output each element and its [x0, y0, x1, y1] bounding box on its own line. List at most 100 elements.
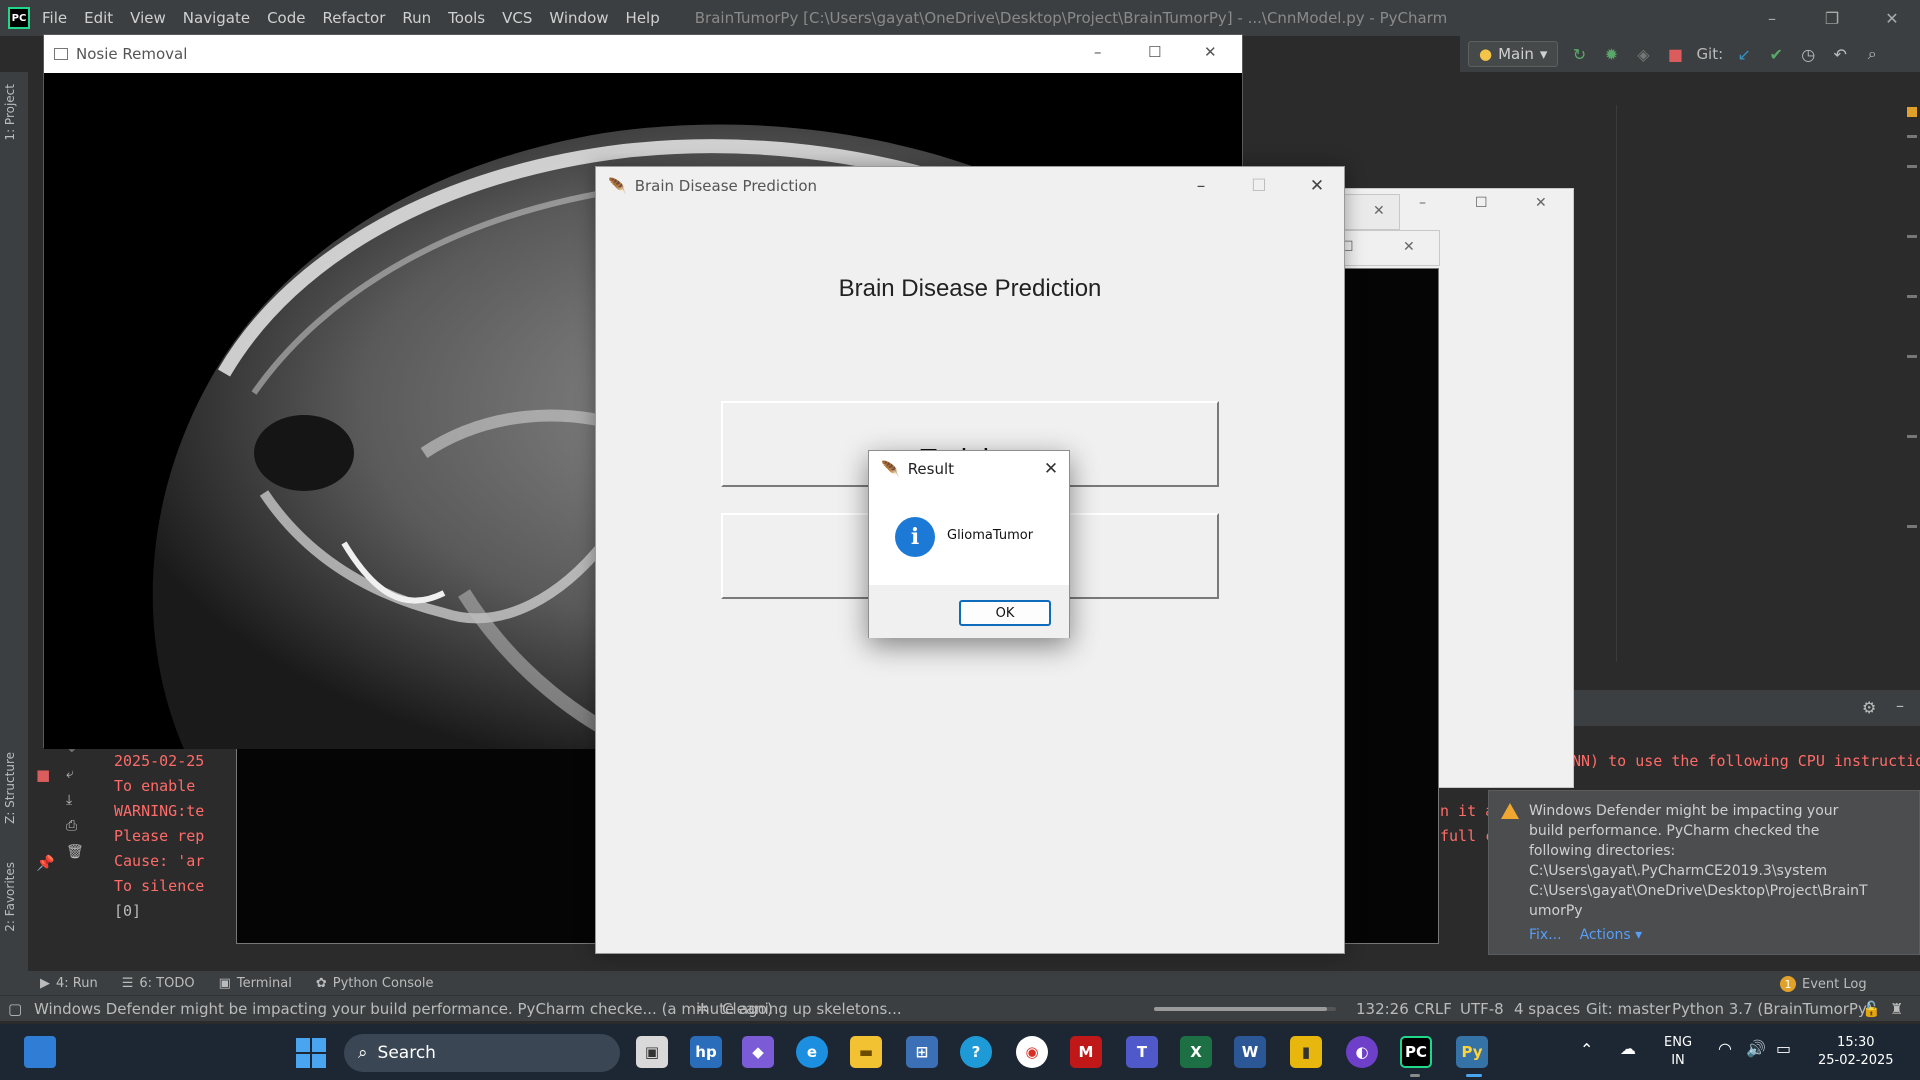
- menu-edit[interactable]: Edit: [84, 9, 113, 27]
- chrome-icon[interactable]: ◉: [1016, 1036, 1048, 1068]
- git-commit-icon[interactable]: ✔: [1765, 43, 1787, 65]
- menu-tools[interactable]: Tools: [448, 9, 485, 27]
- close-icon[interactable]: ✕: [1373, 203, 1385, 219]
- close-icon[interactable]: ✕: [1403, 239, 1415, 255]
- stop-run-icon[interactable]: ■: [36, 766, 50, 784]
- search-icon[interactable]: ⌕: [1861, 43, 1883, 65]
- menu-navigate[interactable]: Navigate: [183, 9, 250, 27]
- python-interpreter[interactable]: Python 3.7 (BrainTumorPy): [1672, 1000, 1873, 1018]
- menu-run[interactable]: Run: [402, 9, 431, 27]
- defender-notification[interactable]: Windows Defender might be impacting your…: [1488, 790, 1920, 955]
- mcafee-icon[interactable]: M: [1070, 1036, 1102, 1068]
- close-icon[interactable]: ✕: [1535, 195, 1547, 211]
- minimize-icon[interactable]: –: [1419, 195, 1426, 211]
- menu-code[interactable]: Code: [267, 9, 305, 27]
- tray-overflow-icon[interactable]: ⌃: [1580, 1041, 1593, 1059]
- revert-icon[interactable]: ↶: [1829, 43, 1851, 65]
- project-tab[interactable]: 1: Project: [3, 84, 17, 141]
- ide-minimize-button[interactable]: –: [1744, 0, 1800, 36]
- onedrive-icon[interactable]: ☁: [1620, 1040, 1636, 1058]
- github-icon[interactable]: ◐: [1346, 1036, 1378, 1068]
- close-icon[interactable]: ✕: [1288, 167, 1346, 205]
- minimize-icon[interactable]: –: [1172, 167, 1230, 205]
- help-icon[interactable]: ?: [960, 1036, 992, 1068]
- caret-position[interactable]: 132:26: [1356, 1000, 1409, 1018]
- run-configuration-select[interactable]: ● Main ▾: [1468, 41, 1559, 67]
- widgets-icon[interactable]: [24, 1036, 56, 1068]
- teams-icon[interactable]: T: [1126, 1036, 1158, 1068]
- power-bi-icon[interactable]: ▮: [1290, 1036, 1322, 1068]
- tab-terminal[interactable]: ▣ Terminal: [219, 976, 292, 991]
- copilot-icon[interactable]: ◆: [742, 1036, 774, 1068]
- gear-icon[interactable]: ⚙: [1862, 698, 1876, 717]
- clock[interactable]: 15:30 25-02-2025: [1818, 1034, 1894, 1070]
- marker: [1907, 135, 1917, 138]
- menu-file[interactable]: File: [42, 9, 67, 27]
- ok-button[interactable]: OK: [959, 600, 1051, 626]
- inspector-icon[interactable]: ♜: [1890, 1000, 1903, 1018]
- file-explorer-icon[interactable]: ▬: [850, 1036, 882, 1068]
- rerun-icon[interactable]: ↻: [1568, 43, 1590, 65]
- menu-refactor[interactable]: Refactor: [322, 9, 385, 27]
- minimize-icon[interactable]: –: [1094, 43, 1102, 61]
- structure-tab[interactable]: Z: Structure: [3, 752, 17, 824]
- actions-link[interactable]: Actions ▾: [1580, 927, 1643, 943]
- result-dialog[interactable]: 🪶 Result ✕ i GliomaTumor OK: [868, 450, 1070, 638]
- tab-python-console[interactable]: ✿ Python Console: [316, 976, 434, 991]
- debug-icon[interactable]: ✹: [1600, 43, 1622, 65]
- stop-icon[interactable]: ■: [1664, 43, 1686, 65]
- pin-icon[interactable]: 📌: [36, 854, 55, 872]
- fix-link[interactable]: Fix...: [1529, 927, 1562, 943]
- store-icon[interactable]: ⊞: [906, 1036, 938, 1068]
- menu-help[interactable]: Help: [626, 9, 660, 27]
- indent-setting[interactable]: 4 spaces: [1514, 1000, 1580, 1018]
- word-icon[interactable]: W: [1234, 1036, 1266, 1068]
- wifi-icon[interactable]: ◠: [1718, 1040, 1732, 1058]
- volume-icon[interactable]: 🔊: [1746, 1040, 1766, 1058]
- menu-view[interactable]: View: [130, 9, 166, 27]
- language-indicator[interactable]: ENG IN: [1664, 1034, 1692, 1070]
- excel-icon[interactable]: X: [1180, 1036, 1212, 1068]
- git-update-icon[interactable]: ↙: [1733, 43, 1755, 65]
- favorites-tab[interactable]: 2: Favorites: [3, 862, 17, 932]
- pycharm-taskbar-icon[interactable]: PC: [1400, 1036, 1432, 1068]
- taskbar-search[interactable]: ⌕ Search: [344, 1034, 620, 1072]
- task-view-icon[interactable]: ▣: [636, 1036, 668, 1068]
- hide-panel-icon[interactable]: –: [1896, 696, 1904, 715]
- git-branch[interactable]: Git: master: [1586, 1000, 1670, 1018]
- close-icon[interactable]: ✕: [1204, 43, 1217, 61]
- ide-restore-button[interactable]: ❐: [1804, 0, 1860, 36]
- myhp-icon[interactable]: hp: [690, 1036, 722, 1068]
- console-line: [0]: [114, 902, 142, 920]
- coverage-icon[interactable]: ◈: [1632, 43, 1654, 65]
- console-line: Cause: 'ar: [114, 852, 205, 870]
- history-icon[interactable]: ◷: [1797, 43, 1819, 65]
- tab-event-log[interactable]: 1 Event Log: [1780, 976, 1867, 992]
- marker: [1907, 165, 1917, 168]
- spinner-icon: ✲: [696, 1000, 709, 1018]
- maximize-icon[interactable]: ☐: [1148, 43, 1161, 61]
- bdp-titlebar[interactable]: 🪶 Brain Disease Prediction – ☐ ✕: [596, 167, 1344, 205]
- status-message[interactable]: Windows Defender might be impacting your…: [34, 1000, 773, 1018]
- scroll-to-end-icon[interactable]: ⤓: [66, 792, 96, 818]
- tab-run[interactable]: ▶ 4: Run: [40, 976, 98, 991]
- file-encoding[interactable]: UTF-8: [1460, 1000, 1504, 1018]
- lock-icon[interactable]: 🔓: [1862, 1000, 1881, 1018]
- python-taskbar-icon[interactable]: Py: [1456, 1036, 1488, 1068]
- line-separator[interactable]: CRLF: [1414, 1000, 1452, 1018]
- start-button[interactable]: [296, 1038, 326, 1068]
- ide-close-button[interactable]: ✕: [1864, 0, 1920, 36]
- menu-vcs[interactable]: VCS: [502, 9, 532, 27]
- edge-icon[interactable]: e: [796, 1036, 828, 1068]
- print-icon[interactable]: ⎙: [66, 818, 96, 844]
- battery-icon[interactable]: ▭: [1776, 1040, 1791, 1058]
- maximize-icon[interactable]: ☐: [1475, 195, 1488, 211]
- noise-window-titlebar[interactable]: Nosie Removal – ☐ ✕: [44, 35, 1242, 73]
- tab-todo[interactable]: ☰ 6: TODO: [122, 976, 195, 991]
- status-bar: ▢ Windows Defender might be impacting yo…: [0, 995, 1920, 1021]
- soft-wrap-icon[interactable]: ⤶: [66, 766, 96, 792]
- trash-icon[interactable]: 🗑: [66, 844, 96, 870]
- close-icon[interactable]: ✕: [1037, 455, 1065, 483]
- toggle-tool-windows-icon[interactable]: ▢: [8, 1000, 22, 1018]
- menu-window[interactable]: Window: [549, 9, 608, 27]
